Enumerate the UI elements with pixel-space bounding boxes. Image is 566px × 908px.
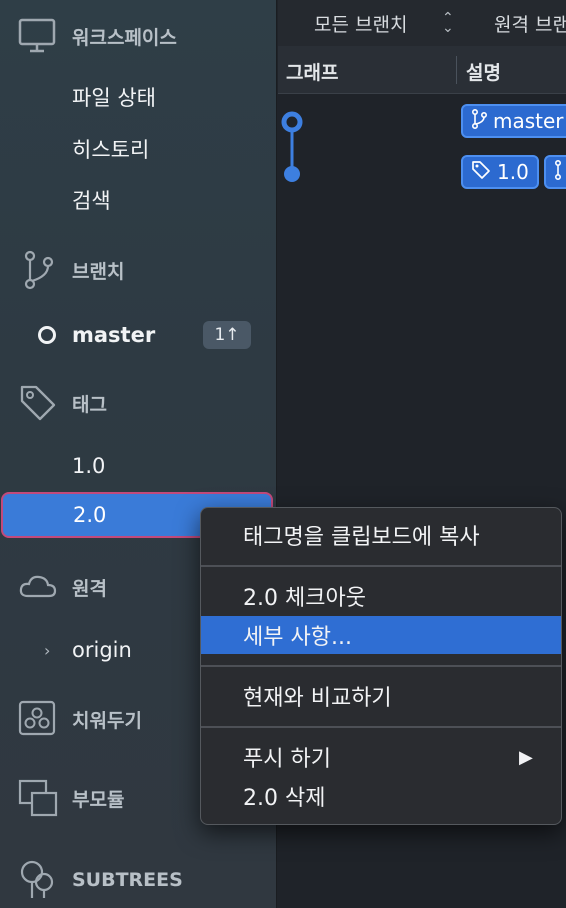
tag-name: 1.0 bbox=[72, 454, 106, 478]
sidebar-item-label: 히스토리 bbox=[72, 138, 150, 162]
column-description-header[interactable]: 설명 bbox=[466, 58, 501, 85]
sidebar-section-subtrees[interactable]: SUBTREES bbox=[0, 860, 277, 900]
history-toolbar: 모든 브랜치 ⌃ ⌄ 원격 브랜 bbox=[278, 0, 566, 46]
tag-label-chip[interactable]: 1.0 bbox=[461, 155, 539, 189]
branch-filter-select[interactable]: 모든 브랜치 bbox=[314, 10, 407, 37]
sidebar-item-branch-master[interactable]: master 1↑ bbox=[0, 315, 277, 355]
tag-icon bbox=[18, 383, 58, 423]
sidebar-section-tags[interactable]: 태그 bbox=[0, 385, 277, 421]
submenu-arrow-icon: ▶ bbox=[519, 746, 533, 768]
menu-item-label: 세부 사항... bbox=[243, 625, 352, 650]
branch-icon bbox=[471, 108, 488, 134]
menu-item-label: 푸시 하기 bbox=[243, 747, 331, 772]
column-graph-header[interactable]: 그래프 bbox=[286, 58, 338, 85]
menu-separator bbox=[201, 565, 561, 567]
tag-context-menu: 태그명을 클립보드에 복사 2.0 체크아웃 세부 사항... 현재와 비교하기… bbox=[200, 507, 562, 825]
commit-graph bbox=[281, 111, 303, 182]
menu-item-label: 2.0 체크아웃 bbox=[243, 586, 366, 611]
updown-chevron-icon[interactable]: ⌃ ⌄ bbox=[442, 11, 454, 35]
branch-label-chip[interactable] bbox=[544, 155, 566, 189]
menu-separator bbox=[201, 665, 561, 667]
sidebar-item-history[interactable]: 히스토리 bbox=[0, 129, 277, 169]
menu-item-copy-tag-name[interactable]: 태그명을 클립보드에 복사 bbox=[201, 516, 561, 554]
sidebar-section-label: 부모듈 bbox=[72, 788, 125, 811]
sidebar-section-label: 브랜치 bbox=[72, 260, 125, 283]
menu-separator bbox=[201, 726, 561, 728]
tag-label-text: 1.0 bbox=[497, 160, 529, 184]
tag-name: 2.0 bbox=[73, 503, 107, 527]
branch-label-chip[interactable]: master bbox=[461, 104, 566, 138]
branch-label-text: master bbox=[493, 109, 564, 133]
submodule-icon bbox=[18, 778, 58, 818]
sidebar-section-label: 원격 bbox=[72, 577, 107, 600]
branch-name: master bbox=[72, 323, 156, 347]
sidebar-item-search[interactable]: 검색 bbox=[0, 180, 277, 220]
commit-node[interactable] bbox=[284, 166, 300, 182]
sidebar-item-file-status[interactable]: 파일 상태 bbox=[0, 77, 277, 117]
remote-name: origin bbox=[72, 638, 132, 662]
menu-item-delete-tag[interactable]: 2.0 삭제 bbox=[201, 777, 561, 815]
cloud-icon bbox=[18, 567, 58, 607]
menu-item-checkout[interactable]: 2.0 체크아웃 bbox=[201, 577, 561, 615]
sidebar-section-label: 워크스페이스 bbox=[72, 26, 177, 49]
stash-icon bbox=[18, 699, 58, 739]
subtree-icon bbox=[18, 860, 58, 900]
menu-item-details[interactable]: 세부 사항... bbox=[201, 616, 561, 654]
sidebar-section-label: 태그 bbox=[72, 393, 107, 416]
sidebar-section-label: 치워두기 bbox=[72, 709, 142, 732]
sidebar-item-tag-1-0[interactable]: 1.0 bbox=[0, 446, 277, 486]
menu-item-push[interactable]: 푸시 하기 ▶ bbox=[201, 738, 561, 776]
tag-icon bbox=[471, 160, 491, 185]
branch-icon bbox=[554, 159, 566, 185]
sidebar-section-branches[interactable]: 브랜치 bbox=[0, 250, 277, 290]
monitor-icon bbox=[18, 16, 58, 56]
chevron-right-icon[interactable]: › bbox=[44, 641, 50, 660]
current-branch-icon bbox=[38, 326, 56, 344]
remote-filter-select[interactable]: 원격 브랜 bbox=[494, 10, 566, 37]
branch-icon bbox=[18, 250, 58, 290]
menu-item-label: 2.0 삭제 bbox=[243, 786, 326, 811]
sidebar-item-label: 파일 상태 bbox=[72, 86, 156, 110]
menu-item-label: 현재와 비교하기 bbox=[243, 686, 392, 711]
column-header: 그래프 설명 bbox=[278, 46, 566, 94]
sidebar-item-label: 검색 bbox=[72, 189, 111, 213]
column-divider[interactable] bbox=[456, 56, 457, 84]
menu-item-compare[interactable]: 현재와 비교하기 bbox=[201, 677, 561, 715]
sidebar-section-label: SUBTREES bbox=[72, 869, 183, 891]
commit-node[interactable] bbox=[281, 111, 303, 133]
menu-item-label: 태그명을 클립보드에 복사 bbox=[243, 525, 480, 550]
ahead-count-badge: 1↑ bbox=[203, 321, 251, 349]
sidebar-section-workspace[interactable]: 워크스페이스 bbox=[0, 18, 277, 54]
